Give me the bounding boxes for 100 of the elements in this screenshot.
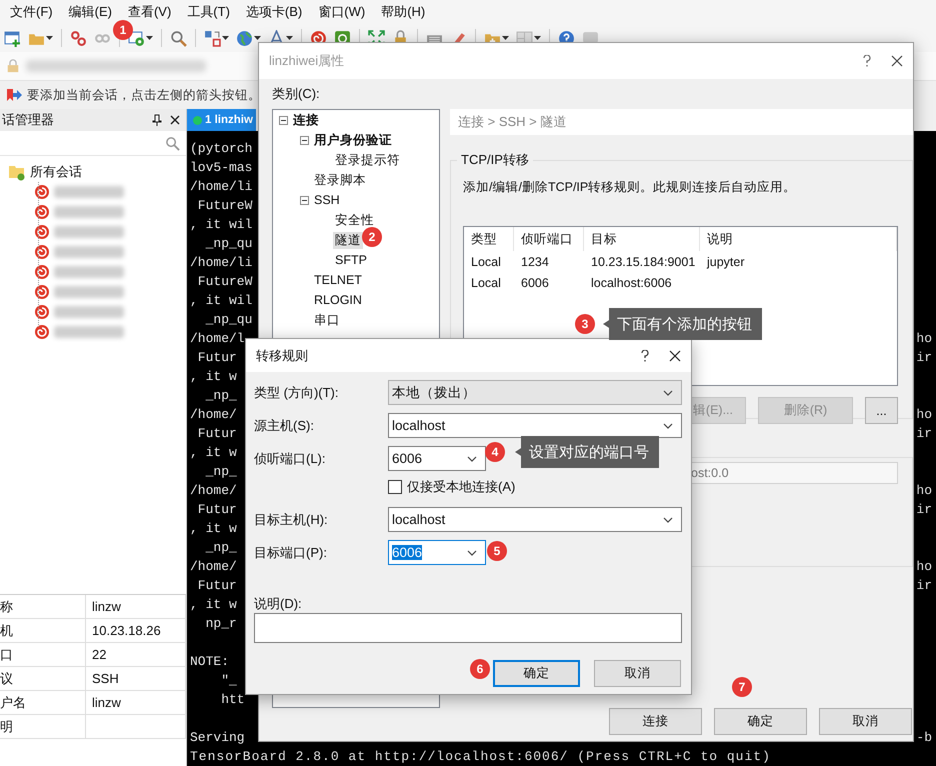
checkbox-label[interactable]: 仅接受本地连接(A) — [407, 478, 516, 496]
group-title: TCP/IP转移 — [460, 151, 530, 169]
tree-item[interactable]: 隧道 — [333, 232, 363, 248]
dropdown[interactable]: 本地（拨出） — [388, 380, 682, 405]
caret-icon[interactable] — [254, 36, 261, 40]
swirl-icon — [34, 304, 50, 320]
tree-item[interactable]: 串口 — [312, 312, 342, 328]
pin-icon[interactable] — [152, 114, 162, 126]
field-label: 侦听端口(L): — [254, 450, 326, 468]
menu-item[interactable]: 工具(T) — [179, 3, 238, 21]
caret-icon[interactable] — [146, 36, 153, 40]
swirl-icon — [34, 244, 50, 260]
list-cell-text: jupyter — [706, 254, 746, 268]
tree-item[interactable]: 用户身份验证 — [312, 132, 394, 148]
terminal-line: Futur — [196, 577, 237, 595]
globe-icon[interactable] — [236, 30, 253, 46]
display-field[interactable]: ost:0.0 — [689, 462, 898, 484]
swirl-icon — [34, 184, 50, 200]
tree-item[interactable]: TELNET — [312, 273, 364, 287]
tree-root[interactable]: 所有会话 — [30, 163, 82, 181]
terminal-line: -b — [916, 729, 932, 747]
close-icon[interactable] — [170, 115, 180, 125]
list-cell-text: 1234 — [520, 254, 550, 268]
help-icon[interactable] — [641, 350, 649, 362]
list-cell-text: Local — [470, 276, 502, 290]
chevron-icon — [663, 516, 673, 522]
help-icon[interactable] — [863, 55, 871, 67]
terminal-line: ir — [916, 349, 932, 367]
tree-item[interactable]: 登录脚本 — [312, 172, 368, 188]
collapse-icon[interactable] — [300, 136, 309, 144]
menu-item[interactable]: 选项卡(B) — [238, 3, 310, 21]
combo-box[interactable]: 6006 — [388, 446, 486, 471]
list-cell-text: localhost:6006 — [590, 276, 673, 290]
rule-button[interactable]: ... — [865, 397, 898, 424]
description-field[interactable] — [254, 613, 682, 643]
field-label: 类型 (方向)(T): — [254, 384, 340, 402]
close-icon[interactable] — [891, 55, 903, 67]
terminal-line: , it w — [190, 520, 237, 538]
session-tab[interactable]: 1 linzhiw — [187, 109, 256, 131]
property-name: 口 — [0, 643, 86, 667]
column-header[interactable]: 类型 — [464, 227, 514, 251]
collapse-icon[interactable] — [279, 116, 288, 124]
list-cell-text: Local — [470, 254, 502, 268]
dialog-button[interactable]: 确定 — [714, 708, 807, 735]
caret-icon[interactable] — [286, 36, 293, 40]
terminal-line: /home/ — [190, 558, 237, 576]
menu-item[interactable]: 帮助(H) — [373, 3, 434, 21]
dialog-button[interactable]: 取消 — [819, 708, 912, 735]
terminal-line: "_ — [220, 672, 237, 690]
callout: 设置对应的端口号 — [515, 436, 659, 468]
dialog-button[interactable]: 确定 — [493, 660, 580, 687]
column-header[interactable]: 目标 — [584, 227, 700, 251]
property-name: 机 — [0, 619, 86, 643]
tree-item[interactable]: 安全性 — [333, 212, 376, 228]
menu-item[interactable]: 窗口(W) — [310, 3, 374, 21]
property-value: linzw — [86, 595, 186, 619]
flag-arrow-icon — [6, 88, 22, 102]
terminal-line: , it wil — [190, 216, 252, 234]
panel-title: 话管理器 — [2, 111, 55, 129]
squares-icon[interactable] — [204, 30, 221, 46]
terminal-line: , it w — [190, 368, 237, 386]
tree-item[interactable]: 连接 — [291, 112, 321, 128]
menu-item[interactable]: 文件(F) — [2, 3, 61, 21]
checkbox[interactable] — [388, 480, 402, 494]
caret-icon[interactable] — [534, 36, 541, 40]
menu-item[interactable]: 查看(V) — [120, 3, 180, 21]
rings-icon[interactable] — [70, 30, 87, 46]
list-cell-text: 10.23.15.184:9001 — [590, 254, 696, 268]
close-icon[interactable] — [669, 350, 681, 362]
caret-icon[interactable] — [222, 36, 229, 40]
tree-item[interactable]: RLOGIN — [312, 293, 364, 307]
property-name: 称 — [0, 595, 86, 619]
combo-box[interactable]: localhost — [388, 413, 682, 438]
terminal-line: _np_ — [204, 539, 237, 557]
field-label: 源主机(S): — [254, 416, 315, 434]
field-label: 目标主机(H): — [254, 510, 329, 528]
dialog-button[interactable]: 取消 — [594, 660, 681, 687]
property-value: 10.23.18.26 — [86, 619, 186, 643]
column-header[interactable]: 侦听端口 — [514, 227, 584, 251]
collapse-icon[interactable] — [300, 196, 309, 204]
search-icon[interactable] — [165, 136, 180, 150]
combo-box[interactable]: localhost — [388, 507, 682, 532]
dialog-button[interactable]: 连接 — [609, 708, 702, 735]
terminal-line: _np_qu — [204, 311, 252, 329]
terminal-line: , it wil — [190, 292, 252, 310]
terminal-line: ho — [916, 330, 932, 348]
column-header[interactable]: 说明 — [700, 227, 897, 251]
tree-item[interactable]: SSH — [312, 193, 342, 207]
terminal-line: , it w — [190, 596, 237, 614]
tree-item[interactable]: SFTP — [333, 253, 369, 267]
new-window-icon[interactable] — [4, 30, 21, 46]
caret-icon[interactable] — [46, 36, 53, 40]
search-icon[interactable] — [170, 30, 187, 46]
caret-icon[interactable] — [502, 36, 509, 40]
terminal-line: _np_qu — [204, 235, 252, 253]
tree-item[interactable]: 登录提示符 — [333, 152, 402, 168]
combo-box[interactable]: 6006 — [388, 540, 486, 565]
terminal-line: FutureW — [196, 197, 252, 215]
menu-item[interactable]: 编辑(E) — [60, 3, 120, 21]
terminal-line: ho — [916, 482, 932, 500]
